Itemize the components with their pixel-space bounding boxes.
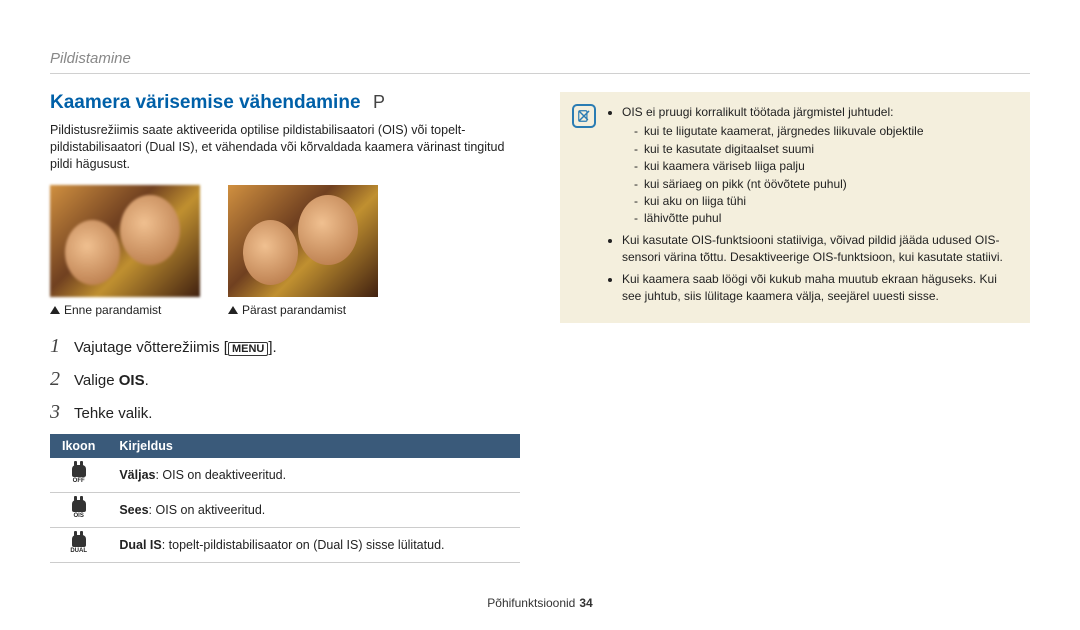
- note-sub-item: lähivõtte puhul: [634, 210, 1016, 227]
- photo-after: [228, 185, 378, 297]
- note-bullet-1: OIS ei pruugi korralikult töötada järgmi…: [622, 104, 1016, 228]
- table-row: OFFVäljas: OIS on deaktiveeritud.: [50, 458, 520, 493]
- triangle-up-icon: [50, 306, 60, 314]
- section-heading: Kaamera värisemise vähendamine: [50, 92, 361, 113]
- note-sub-item: kui säriaeg on pikk (nt öövõtete puhul): [634, 176, 1016, 193]
- table-row: OISSees: OIS on aktiveeritud.: [50, 492, 520, 527]
- note-sub-item: kui aku on liiga tühi: [634, 193, 1016, 210]
- example-photos: Enne parandamist Pärast parandamist: [50, 185, 520, 317]
- note-sub-item: kui kaamera väriseb liiga palju: [634, 158, 1016, 175]
- menu-button-label: MENU: [228, 342, 268, 356]
- mode-indicator: P: [373, 92, 385, 112]
- options-table: Ikoon Kirjeldus OFFVäljas: OIS on deakti…: [50, 434, 520, 563]
- table-row: DUALDual IS: topelt-pildistabilisaator o…: [50, 527, 520, 562]
- caption-after: Pärast parandamist: [228, 303, 378, 317]
- steps-list: 1 Vajutage võtterežiimis [MENU]. 2 Valig…: [50, 335, 520, 424]
- triangle-up-icon: [228, 306, 238, 314]
- note-bullet-2: Kui kasutate OIS-funktsiooni statiiviga,…: [622, 232, 1016, 267]
- note-sub-item: kui te kasutate digitaalset suumi: [634, 141, 1016, 158]
- note-sub-item: kui te liigutate kaamerat, järgnedes lii…: [634, 123, 1016, 140]
- step-2: 2 Valige OIS.: [50, 368, 520, 391]
- divider: [50, 73, 1030, 74]
- th-icon: Ikoon: [50, 434, 107, 458]
- note-icon: [572, 104, 596, 128]
- footer: Põhifunktsioonid34: [50, 584, 1030, 610]
- option-description: Sees: OIS on aktiveeritud.: [107, 492, 520, 527]
- th-desc: Kirjeldus: [107, 434, 520, 458]
- photo-before: [50, 185, 200, 297]
- option-description: Dual IS: topelt-pildistabilisaator on (D…: [107, 527, 520, 562]
- breadcrumb: Pildistamine: [50, 50, 1030, 67]
- option-description: Väljas: OIS on deaktiveeritud.: [107, 458, 520, 493]
- intro-paragraph: Pildistusrežiimis saate aktiveerida opti…: [50, 122, 520, 173]
- heading-row: Kaamera värisemise vähendamine P: [50, 92, 520, 114]
- ois-mode-icon: OFF: [50, 458, 107, 493]
- note-box: OIS ei pruugi korralikult töötada järgmi…: [560, 92, 1030, 323]
- ois-mode-icon: OIS: [50, 492, 107, 527]
- ois-mode-icon: DUAL: [50, 527, 107, 562]
- step-3: 3 Tehke valik.: [50, 401, 520, 424]
- note-bullet-3: Kui kaamera saab löögi või kukub maha mu…: [622, 271, 1016, 306]
- caption-before: Enne parandamist: [50, 303, 200, 317]
- step-1: 1 Vajutage võtterežiimis [MENU].: [50, 335, 520, 358]
